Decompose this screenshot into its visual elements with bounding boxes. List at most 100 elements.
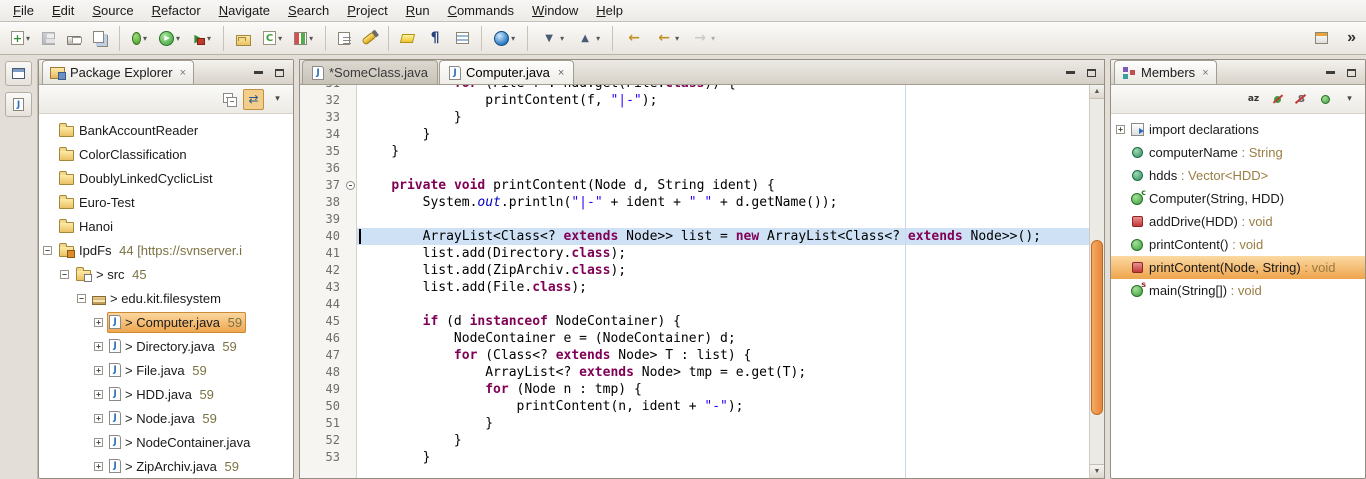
members-tab[interactable]: Members ×: [1114, 60, 1217, 84]
member-main-string[interactable]: smain(String[]) : void: [1111, 279, 1365, 302]
expander-minus-icon[interactable]: −: [43, 246, 52, 255]
next-annotation-button[interactable]: ▼▾: [535, 23, 569, 53]
code-line-43[interactable]: list.add(File.class);: [357, 279, 1089, 296]
code-line-39[interactable]: [357, 211, 1089, 228]
menu-commands[interactable]: Commands: [439, 0, 523, 21]
tree-item-file-java[interactable]: +J> File.java 59: [39, 358, 293, 382]
hide-fields-button[interactable]: [1267, 89, 1288, 110]
menu-run[interactable]: Run: [397, 0, 439, 21]
java-document-button[interactable]: J: [5, 92, 32, 117]
expander-plus-icon[interactable]: +: [94, 366, 103, 375]
code-line-35[interactable]: }: [357, 143, 1089, 160]
pin-editor-button[interactable]: [1310, 23, 1333, 53]
back-button[interactable]: ←▾: [650, 23, 684, 53]
member-computername[interactable]: computerName : String: [1111, 141, 1365, 164]
maximize-view-button[interactable]: [1344, 66, 1359, 79]
run-button[interactable]: ▶▾: [154, 23, 185, 53]
member-printcontent-node-string[interactable]: printContent(Node, String) : void: [1111, 256, 1365, 279]
code-line-50[interactable]: printContent(n, ident + "-");: [357, 398, 1089, 415]
code-area[interactable]: for (File f : hdd.get(File.class)) { pri…: [357, 85, 1089, 478]
tree-item-directory-java[interactable]: +J> Directory.java 59: [39, 334, 293, 358]
close-view-icon[interactable]: ×: [1202, 67, 1208, 79]
code-line-37[interactable]: private void printContent(Node d, String…: [357, 177, 1089, 194]
pe-view-menu-button[interactable]: ▾: [267, 89, 288, 110]
member-computer-string-hdd[interactable]: cComputer(String, HDD): [1111, 187, 1365, 210]
editor-tab-someclass-java[interactable]: J*SomeClass.java: [302, 60, 438, 84]
hide-nonpublic-button[interactable]: [1315, 89, 1336, 110]
scroll-up-button[interactable]: ▲: [1090, 85, 1104, 99]
restore-view-button[interactable]: [5, 61, 32, 86]
menu-file[interactable]: File: [4, 0, 43, 21]
code-line-41[interactable]: list.add(Directory.class);: [357, 245, 1089, 262]
block-selection-button[interactable]: [451, 23, 474, 53]
code-line-53[interactable]: }: [357, 449, 1089, 466]
code-line-47[interactable]: for (Class<? extends Node> T : list) {: [357, 347, 1089, 364]
code-line-51[interactable]: }: [357, 415, 1089, 432]
close-tab-icon[interactable]: ×: [558, 67, 564, 79]
expander-minus-icon[interactable]: −: [60, 270, 69, 279]
java-editor[interactable]: 3132333435363738394041424344454647484950…: [300, 85, 1104, 478]
tree-item-hdd-java[interactable]: +J> HDD.java 59: [39, 382, 293, 406]
tree-item-node-java[interactable]: +J> Node.java 59: [39, 406, 293, 430]
expander-plus-icon[interactable]: +: [94, 414, 103, 423]
collapse-all-button[interactable]: [219, 89, 240, 110]
maximize-editor-button[interactable]: [1084, 66, 1099, 79]
menu-help[interactable]: Help: [587, 0, 632, 21]
expander-minus-icon[interactable]: −: [77, 294, 86, 303]
tree-item-hanoi[interactable]: Hanoi: [39, 214, 293, 238]
editor-scrollbar[interactable]: ▲ ▼: [1089, 85, 1104, 478]
expander-plus-icon[interactable]: +: [94, 318, 103, 327]
expander-plus-icon[interactable]: +: [1116, 125, 1125, 134]
code-line-40[interactable]: ArrayList<Class<? extends Node>> list = …: [357, 228, 1089, 245]
code-line-33[interactable]: }: [357, 109, 1089, 126]
minimize-view-button[interactable]: [1323, 66, 1338, 79]
last-edit-location-button[interactable]: ←: [620, 23, 648, 53]
scroll-down-button[interactable]: ▼: [1090, 464, 1104, 478]
code-line-48[interactable]: ArrayList<? extends Node> tmp = e.get(T)…: [357, 364, 1089, 381]
code-line-32[interactable]: printContent(f, "|-");: [357, 92, 1089, 109]
tree-item-colorclassification[interactable]: ColorClassification: [39, 142, 293, 166]
editor-tab-computer-java[interactable]: JComputer.java×: [439, 60, 574, 84]
menu-navigate[interactable]: Navigate: [210, 0, 279, 21]
tree-item-euro-test[interactable]: Euro-Test: [39, 190, 293, 214]
search-button[interactable]: [357, 23, 381, 53]
member-printcontent[interactable]: printContent() : void: [1111, 233, 1365, 256]
code-line-46[interactable]: NodeContainer e = (NodeContainer) d;: [357, 330, 1089, 347]
tree-item-bankaccountreader[interactable]: BankAccountReader: [39, 118, 293, 142]
show-whitespace-button[interactable]: ¶: [421, 23, 449, 53]
tree-item-doublylinkedcycliclist[interactable]: DoublyLinkedCyclicList: [39, 166, 293, 190]
external-tools-button[interactable]: ▶▾: [187, 23, 216, 53]
coverage-button[interactable]: ▾: [289, 23, 318, 53]
tree-item-computer-java[interactable]: +J> Computer.java 59: [39, 310, 293, 334]
menu-refactor[interactable]: Refactor: [143, 0, 210, 21]
sort-members-button[interactable]: az: [1243, 89, 1264, 110]
new-wizard-button[interactable]: +▾: [6, 23, 35, 53]
scrollbar-thumb[interactable]: [1091, 240, 1103, 415]
tree-item-src[interactable]: −> src 45: [39, 262, 293, 286]
new-java-project-button[interactable]: [231, 23, 256, 53]
expander-plus-icon[interactable]: +: [94, 342, 103, 351]
minimize-view-button[interactable]: [251, 66, 266, 79]
maximize-view-button[interactable]: [272, 66, 287, 79]
toolbar-overflow-chevron[interactable]: »: [1347, 29, 1356, 47]
menu-edit[interactable]: Edit: [43, 0, 83, 21]
new-java-class-button[interactable]: C▾: [258, 23, 287, 53]
forward-button[interactable]: →▾: [686, 23, 720, 53]
mark-occurrences-button[interactable]: [396, 23, 419, 53]
tree-item-nodecontainer-java[interactable]: +J> NodeContainer.java: [39, 430, 293, 454]
code-line-38[interactable]: System.out.println("|-" + ident + " " + …: [357, 194, 1089, 211]
minimize-editor-button[interactable]: [1063, 66, 1078, 79]
package-explorer-tab[interactable]: Package Explorer ×: [42, 60, 194, 84]
code-line-36[interactable]: [357, 160, 1089, 177]
collapse-region-icon[interactable]: [346, 181, 355, 190]
save-button[interactable]: [37, 23, 60, 53]
new-task-button[interactable]: [333, 23, 355, 53]
hide-static-button[interactable]: S: [1291, 89, 1312, 110]
code-line-45[interactable]: if (d instanceof NodeContainer) {: [357, 313, 1089, 330]
code-line-34[interactable]: }: [357, 126, 1089, 143]
print-button[interactable]: [62, 23, 86, 53]
menu-project[interactable]: Project: [338, 0, 396, 21]
code-line-44[interactable]: [357, 296, 1089, 313]
tree-item-edu-kit-filesystem[interactable]: −> edu.kit.filesystem: [39, 286, 293, 310]
members-view-menu-button[interactable]: ▾: [1339, 89, 1360, 110]
